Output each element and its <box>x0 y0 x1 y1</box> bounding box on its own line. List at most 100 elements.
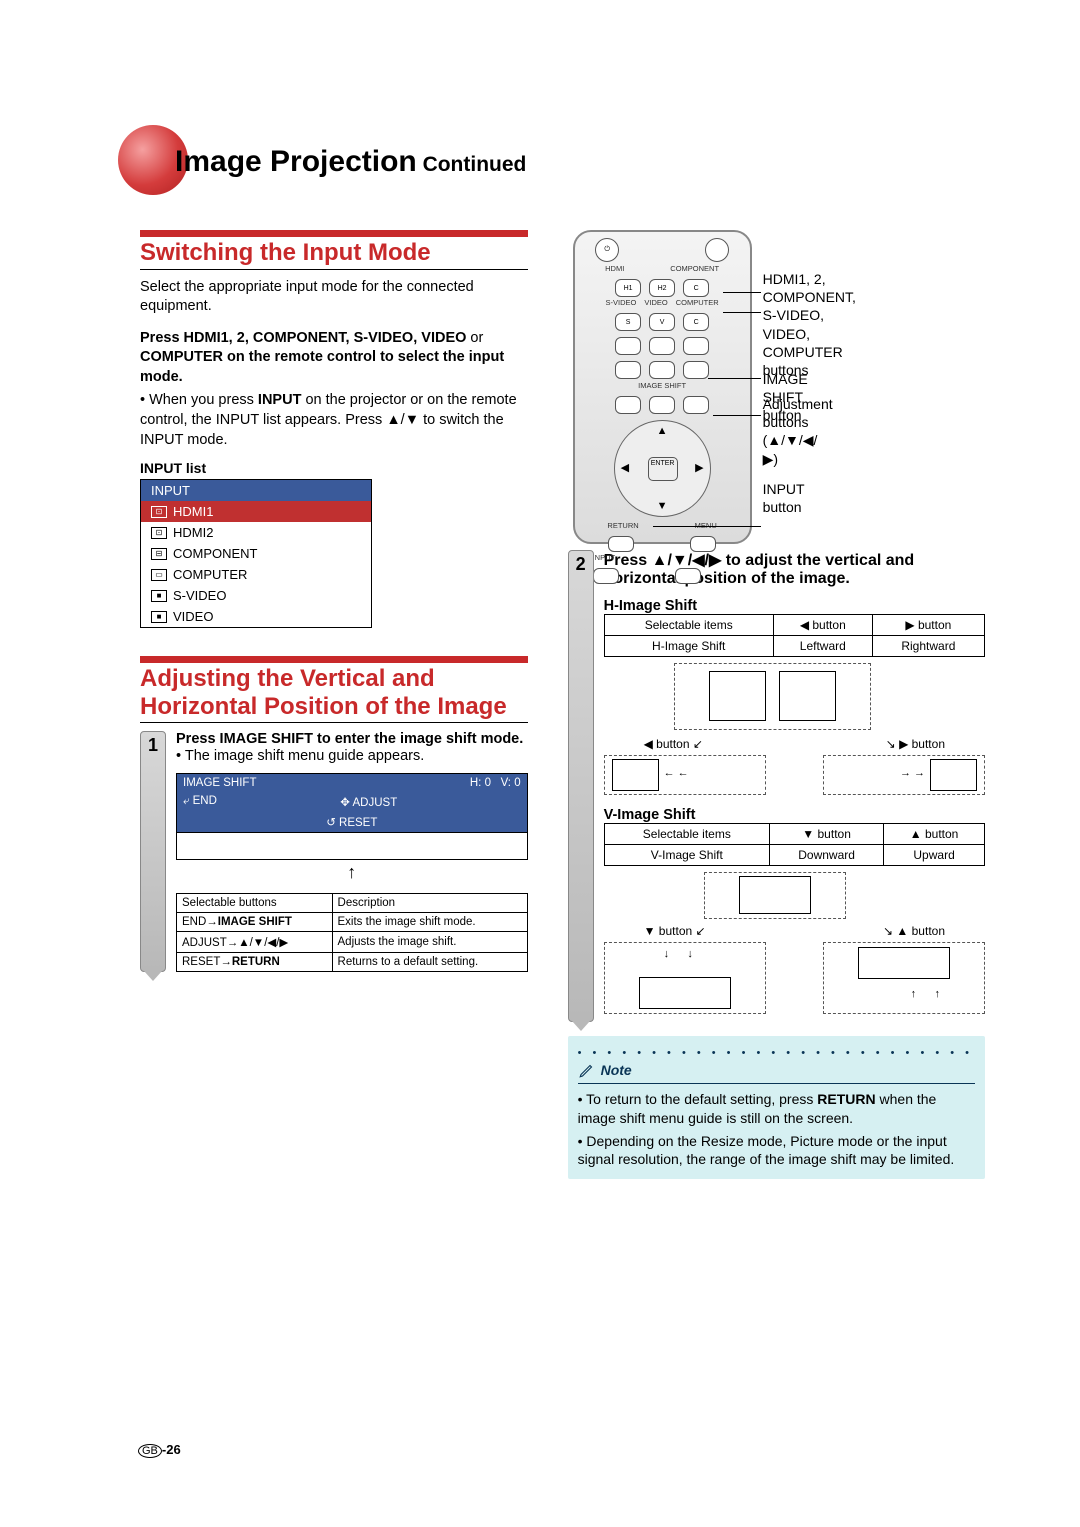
press-instruction: Press HDMI1, 2, COMPONENT, S-VIDEO, VIDE… <box>140 329 528 388</box>
input-item: ⊟COMPONENT <box>141 543 371 564</box>
callout-source-buttons: HDMI1, 2, COMPONENT, S-VIDEO, VIDEO, COM… <box>763 270 856 379</box>
right-column: ⏻ HDMICOMPONENT H1H2C S-VIDEOVIDEOCOMPUT… <box>568 230 985 1179</box>
t: COMPONENT <box>253 330 346 346</box>
t: , <box>346 330 354 346</box>
component-icon: ⊟ <box>151 548 167 560</box>
step1-text: Press IMAGE SHIFT to enter the image shi… <box>176 731 528 747</box>
hdmi1-icon: ⊡ <box>151 506 167 518</box>
svideo-button[interactable]: S <box>615 313 641 331</box>
video-button[interactable]: V <box>649 313 675 331</box>
t: INPUT <box>258 392 302 408</box>
callout-adjust-buttons: Adjustment buttons (▲/▼/◀/▶) <box>763 395 833 468</box>
misc-button[interactable] <box>683 361 709 379</box>
step-1: 1 Press IMAGE SHIFT to enter the image s… <box>140 731 528 972</box>
menu-guide-bar: IMAGE SHIFT H: 0 V: 0 ⤶ END ✥ ADJUST ↺ R… <box>176 773 528 860</box>
input-item: ⊡HDMI2 <box>141 522 371 543</box>
title-continued: Continued <box>417 153 527 176</box>
mg-end: ⤶ END <box>183 795 217 809</box>
t: VIDEO <box>421 330 466 346</box>
h-shift-diagram: ◀ button ↙ ↘ ▶ button ← ← → → <box>604 663 985 793</box>
mg-title: IMAGE SHIFT <box>183 777 256 789</box>
section-heading-adjust: Adjusting the Vertical and Horizontal Po… <box>140 665 528 723</box>
step-number: 1 <box>140 731 166 972</box>
misc-button[interactable] <box>649 337 675 355</box>
page-number: -26 <box>162 1442 181 1457</box>
return-button[interactable] <box>608 536 634 552</box>
input-list-header: INPUT <box>141 480 371 501</box>
t: COMPUTER <box>140 349 223 365</box>
section1-bullet: • When you press INPUT on the projector … <box>140 391 528 450</box>
component-button[interactable]: C <box>683 279 709 297</box>
t: , <box>229 330 237 346</box>
t: , <box>245 330 253 346</box>
image-shift-label: IMAGE SHIFT <box>575 381 750 390</box>
gb-icon: GB <box>138 1444 162 1458</box>
input-list-box: INPUT ⊡HDMI1 ⊡HDMI2 ⊟COMPONENT ▭COMPUTER… <box>140 479 372 628</box>
step-number: 2 <box>568 550 594 1022</box>
hdmi2-button[interactable]: H2 <box>649 279 675 297</box>
t: 2 <box>237 330 245 346</box>
th: Description <box>332 893 527 912</box>
mg-h: H: 0 <box>470 777 491 789</box>
hdmi1-button[interactable]: H1 <box>615 279 641 297</box>
computer-icon: ▭ <box>151 569 167 581</box>
enter-button[interactable]: ENTER <box>648 457 678 481</box>
input-item: ⊡HDMI1 <box>141 501 371 522</box>
note-box: • • • • • • • • • • • • • • • • • • • • … <box>568 1036 985 1179</box>
t: S-VIDEO <box>354 330 414 346</box>
step1-bullet: • The image shift menu guide appears. <box>176 747 528 767</box>
misc-button[interactable] <box>649 361 675 379</box>
left-column: Switching the Input Mode Select the appr… <box>140 230 528 1179</box>
misc-button[interactable] <box>683 337 709 355</box>
v-shift-title: V-Image Shift <box>604 807 985 823</box>
svideo-icon: ■ <box>151 590 167 602</box>
t: IMAGE SHIFT <box>220 731 313 747</box>
page-footer: GB-26 <box>138 1442 181 1457</box>
input-item: ▭COMPUTER <box>141 564 371 585</box>
input-button[interactable] <box>593 568 619 584</box>
note-bullet-2: • Depending on the Resize mode, Picture … <box>578 1132 975 1170</box>
mg-reset: ↺ RESET <box>326 815 377 829</box>
note-bullet-1: • To return to the default setting, pres… <box>578 1090 975 1128</box>
section1-intro: Select the appropriate input mode for th… <box>140 278 528 317</box>
h-shift-table: Selectable items◀ button▶ button H-Image… <box>604 614 985 657</box>
callout-input-button: INPUT button <box>763 480 805 516</box>
manual-page: Image Projection Continued Switching the… <box>0 0 1080 1527</box>
misc-button[interactable] <box>649 396 675 414</box>
video-icon: ■ <box>151 611 167 623</box>
misc-button[interactable] <box>683 396 709 414</box>
heading-rule <box>140 230 528 237</box>
note-title: Note <box>578 1061 975 1080</box>
description-table: Selectable buttonsDescription END→IMAGE … <box>176 893 528 972</box>
image-shift-button[interactable] <box>615 396 641 414</box>
section-heading-switching: Switching the Input Mode <box>140 239 528 270</box>
v-shift-table: Selectable items▼ button▲ button V-Image… <box>604 823 985 866</box>
misc-button[interactable] <box>615 361 641 379</box>
remote-control-illustration: ⏻ HDMICOMPONENT H1H2C S-VIDEOVIDEOCOMPUT… <box>573 230 752 544</box>
t: HDMI1 <box>184 330 229 346</box>
t: When you press <box>149 392 258 408</box>
input-list-label: INPUT list <box>140 460 528 476</box>
note-dots: • • • • • • • • • • • • • • • • • • • • … <box>578 1046 975 1061</box>
heading-rule <box>140 656 528 663</box>
t: The image shift menu guide appears. <box>185 748 424 764</box>
menu-button[interactable] <box>690 536 716 552</box>
th: Selectable buttons <box>177 893 333 912</box>
page-title: Image Projection Continued <box>175 145 526 179</box>
misc-button[interactable] <box>675 568 701 584</box>
step-2: 2 Press ▲/▼/◀/▶ to adjust the vertical a… <box>568 550 985 1022</box>
v-shift-diagram: ▼ button ↙ ↘ ▲ button ↓ ↓ ↑ ↑ <box>604 872 985 1022</box>
mg-v: V: 0 <box>501 777 521 789</box>
hdmi2-icon: ⊡ <box>151 527 167 539</box>
dpad[interactable]: ▲ ▼ ◀ ▶ ENTER <box>614 420 711 517</box>
t: Press <box>140 330 184 346</box>
computer-button[interactable]: C <box>683 313 709 331</box>
input-item: ■VIDEO <box>141 606 371 627</box>
note-pencil-icon <box>578 1061 596 1079</box>
t: to enter the image shift mode. <box>313 731 523 747</box>
input-item: ■S-VIDEO <box>141 585 371 606</box>
title-main: Image Projection <box>175 145 417 178</box>
h-shift-title: H-Image Shift <box>604 598 985 614</box>
mg-adjust: ✥ ADJUST <box>340 795 397 809</box>
misc-button[interactable] <box>615 337 641 355</box>
